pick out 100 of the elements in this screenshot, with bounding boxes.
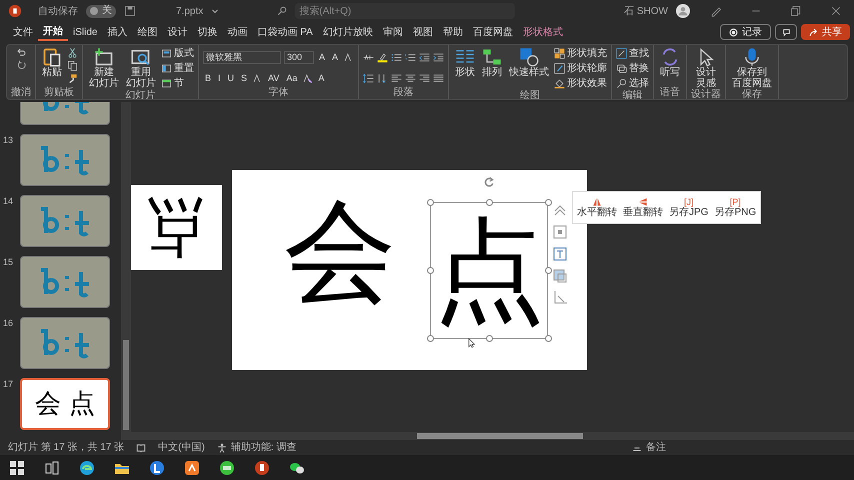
app-icon[interactable] — [149, 460, 165, 476]
autosave-toggle[interactable]: 关 — [86, 4, 116, 18]
slide-thumbnail[interactable] — [20, 134, 110, 186]
format-button[interactable]: A — [330, 50, 340, 64]
ribbon-button[interactable]: 形状 — [453, 47, 478, 78]
ribbon-button[interactable]: 快速样式 — [507, 47, 552, 78]
ribbon-button[interactable]: 版式 — [161, 47, 194, 60]
ribbon-tab[interactable]: 百度网盘 — [468, 23, 518, 41]
highlighter-icon[interactable] — [377, 52, 388, 62]
numbered-list-icon[interactable] — [405, 52, 416, 62]
ribbon-button[interactable]: 新建 幻灯片 — [87, 47, 121, 89]
ribbon-tab[interactable]: 文件 — [8, 23, 38, 41]
ribbon-tab[interactable]: 视图 — [408, 23, 438, 41]
align-right-icon[interactable] — [419, 72, 430, 84]
ribbon-button[interactable]: 替换 — [616, 62, 650, 75]
ribbon-button[interactable]: 查找 — [616, 47, 650, 60]
crop-icon[interactable] — [552, 290, 568, 306]
comment-button[interactable] — [775, 24, 797, 40]
align-left-icon[interactable] — [391, 72, 402, 84]
popup-button[interactable]: [J] 另存JPG — [669, 197, 708, 218]
ribbon-button[interactable]: 节 — [161, 77, 194, 90]
ribbon-button[interactable]: 保存到 百度网盘 — [730, 47, 774, 89]
resize-handle[interactable] — [427, 199, 434, 206]
presentation-app-icon[interactable] — [254, 460, 270, 476]
horizontal-scrollbar[interactable] — [131, 432, 854, 440]
ribbon-tab[interactable]: 幻灯片放映 — [318, 23, 378, 41]
ribbon-tab[interactable]: iSlide — [68, 23, 102, 41]
notes-book-icon[interactable] — [136, 442, 146, 452]
ribbon-button[interactable]: 排列 — [480, 47, 504, 78]
ribbon-button[interactable]: 重置 — [161, 62, 194, 75]
close-icon[interactable] — [830, 5, 842, 17]
ribbon-button[interactable]: 粘贴 — [40, 47, 64, 78]
slide-thumbnail[interactable]: 会 点 — [20, 378, 110, 430]
popup-button[interactable]: [P] 另存PNG — [714, 197, 756, 218]
avatar-icon[interactable] — [676, 4, 690, 18]
format-button[interactable]: A — [317, 50, 328, 64]
brush-icon[interactable] — [67, 73, 78, 84]
ribbon-button[interactable]: 设计 灵感 — [694, 47, 718, 89]
decrease-indent-icon[interactable] — [419, 52, 430, 62]
ribbon-button[interactable]: 形状填充 — [554, 47, 608, 60]
ribbon-button[interactable]: 重用 幻灯片 — [124, 47, 158, 89]
caret-icon[interactable] — [211, 7, 220, 15]
ribbon-tab[interactable]: 切换 — [192, 23, 222, 41]
resize-handle[interactable] — [545, 335, 552, 342]
app-icon[interactable] — [184, 460, 200, 476]
start-icon[interactable] — [9, 460, 25, 476]
resize-handle[interactable] — [545, 267, 552, 274]
text-box-icon[interactable] — [552, 246, 568, 262]
resize-handle[interactable] — [427, 267, 434, 274]
accessibility-status[interactable]: 辅助功能: 调查 — [216, 440, 296, 455]
ribbon-tab[interactable]: 动画 — [222, 23, 252, 41]
size-field[interactable]: 300 — [284, 50, 314, 64]
ribbon-button[interactable]: 形状效果 — [554, 77, 608, 90]
slide-thumbnail[interactable] — [20, 317, 110, 369]
ribbon-tab[interactable]: 帮助 — [438, 23, 468, 41]
clear-format-icon[interactable] — [302, 72, 314, 84]
format-button[interactable]: I — [216, 72, 223, 84]
slide-thumbnail[interactable] — [20, 256, 110, 308]
record-button[interactable]: 记录 — [720, 24, 771, 40]
scrollbar[interactable] — [121, 102, 131, 440]
language-status[interactable]: 中文(中国) — [158, 440, 205, 455]
format-button[interactable]: U — [226, 72, 236, 84]
bullet-list-icon[interactable] — [391, 52, 402, 62]
ribbon-button[interactable]: 形状轮廓 — [554, 62, 608, 75]
resize-handle[interactable] — [545, 199, 552, 206]
frame-icon[interactable] — [552, 224, 568, 240]
resize-handle[interactable] — [486, 199, 493, 206]
format-button[interactable]: S — [239, 72, 250, 84]
search-field[interactable]: 搜索(Alt+Q) — [295, 3, 516, 19]
text-direction-icon[interactable] — [377, 72, 388, 84]
ribbon-tab[interactable]: 形状格式 — [518, 23, 568, 41]
ribbon-button[interactable]: 听写 — [658, 47, 682, 78]
ribbon-tab[interactable]: 绘图 — [132, 23, 162, 41]
format-button[interactable]: Aa — [284, 72, 300, 84]
copy-icon[interactable] — [67, 60, 78, 71]
format-button[interactable]: AV — [266, 72, 282, 84]
format-button[interactable]: A — [316, 72, 326, 84]
ribbon-button[interactable]: 选择 — [616, 77, 650, 90]
app-icon[interactable] — [219, 460, 235, 476]
increase-indent-icon[interactable] — [433, 52, 444, 62]
ribbon-tab[interactable]: 设计 — [162, 23, 192, 41]
pen-icon[interactable] — [710, 5, 722, 17]
line-spacing-icon[interactable] — [363, 72, 374, 84]
rotate-handle-icon[interactable] — [483, 176, 495, 188]
ribbon-tab[interactable]: 插入 — [102, 23, 132, 41]
notes-button[interactable]: 备注 — [632, 440, 666, 455]
popup-button[interactable]: 水平翻转 — [577, 197, 617, 218]
save-icon[interactable] — [124, 5, 136, 17]
font-field[interactable]: 微软雅黑 — [203, 50, 281, 64]
format-button[interactable]: B — [203, 72, 214, 84]
ribbon-tab[interactable]: 口袋动画 PA — [252, 23, 318, 41]
task-view-icon[interactable] — [44, 460, 60, 476]
resize-handle[interactable] — [486, 335, 493, 342]
popup-button[interactable]: 垂直翻转 — [623, 197, 663, 218]
cut-icon[interactable] — [67, 47, 78, 58]
ribbon-tab[interactable]: 审阅 — [378, 23, 408, 41]
redo-icon[interactable] — [16, 60, 26, 71]
resize-handle[interactable] — [427, 335, 434, 342]
restore-icon[interactable] — [790, 5, 802, 17]
ribbon-tab[interactable]: 开始 — [38, 23, 68, 41]
